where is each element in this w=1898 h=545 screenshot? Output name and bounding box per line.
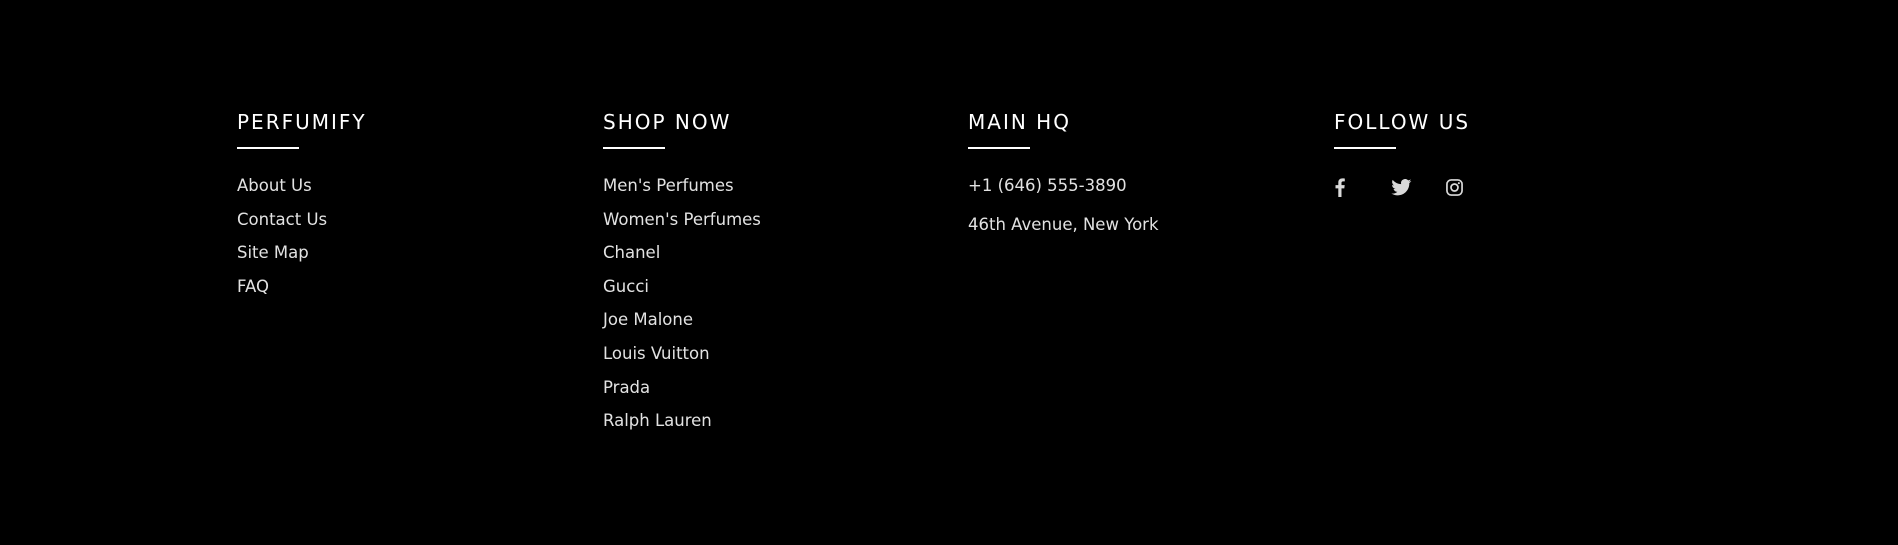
footer-link-site-map[interactable]: Site Map	[237, 243, 367, 263]
footer-link-ralph-lauren[interactable]: Ralph Lauren	[603, 411, 761, 431]
footer-column-follow-us: FOLLOW US	[1334, 108, 1470, 198]
footer-link-gucci[interactable]: Gucci	[603, 277, 761, 297]
site-footer: PERFUMIFY About Us Contact Us Site Map F…	[0, 0, 1898, 545]
hq-phone: +1 (646) 555-3890	[968, 176, 1127, 195]
footer-link-contact-us[interactable]: Contact Us	[237, 210, 367, 230]
footer-link-about-us[interactable]: About Us	[237, 176, 367, 196]
heading-underline	[603, 147, 665, 149]
twitter-icon[interactable]	[1390, 176, 1412, 198]
footer-heading-shop-now: SHOP NOW	[603, 110, 732, 134]
footer-link-faq[interactable]: FAQ	[237, 277, 367, 297]
footer-link-joe-malone[interactable]: Joe Malone	[603, 310, 761, 330]
footer-column-perfumify: PERFUMIFY About Us Contact Us Site Map F…	[237, 108, 367, 310]
footer-link-prada[interactable]: Prada	[603, 378, 761, 398]
footer-link-louis-vuitton[interactable]: Louis Vuitton	[603, 344, 761, 364]
social-links	[1334, 176, 1470, 198]
footer-heading-perfumify: PERFUMIFY	[237, 110, 367, 134]
footer-link-womens-perfumes[interactable]: Women's Perfumes	[603, 210, 761, 230]
instagram-icon[interactable]	[1444, 176, 1464, 198]
shop-now-links: Men's Perfumes Women's Perfumes Chanel G…	[603, 176, 761, 431]
footer-link-mens-perfumes[interactable]: Men's Perfumes	[603, 176, 761, 196]
footer-column-main-hq: MAIN HQ +1 (646) 555-3890 46th Avenue, N…	[968, 108, 1159, 254]
heading-underline	[237, 147, 299, 149]
footer-heading-main-hq: MAIN HQ	[968, 110, 1071, 134]
footer-column-shop-now: SHOP NOW Men's Perfumes Women's Perfumes…	[603, 108, 761, 445]
heading-underline	[968, 147, 1030, 149]
hq-contact-info: +1 (646) 555-3890 46th Avenue, New York	[968, 176, 1159, 235]
heading-underline	[1334, 147, 1396, 149]
perfumify-links: About Us Contact Us Site Map FAQ	[237, 176, 367, 297]
footer-link-chanel[interactable]: Chanel	[603, 243, 761, 263]
hq-address: 46th Avenue, New York	[968, 215, 1159, 234]
footer-heading-follow-us: FOLLOW US	[1334, 110, 1471, 134]
facebook-icon[interactable]	[1334, 176, 1346, 198]
